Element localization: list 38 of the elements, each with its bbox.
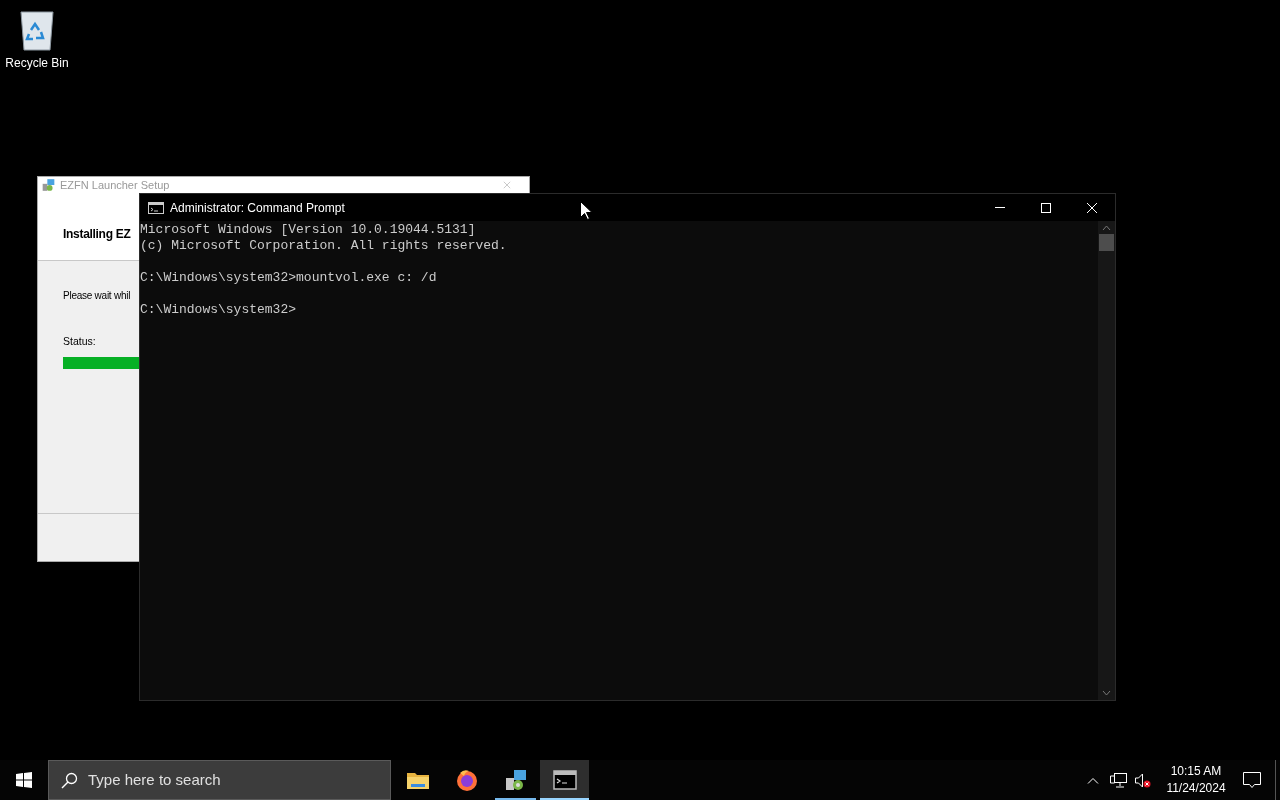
installer-icon (41, 178, 56, 192)
clock-time[interactable]: 10:15 AM (1170, 763, 1222, 780)
scrollbar[interactable] (1098, 221, 1115, 700)
window-title: EZFN Launcher Setup (60, 179, 170, 191)
network-icon[interactable] (1110, 772, 1127, 788)
window-title: Administrator: Command Prompt (170, 199, 345, 217)
close-icon (1087, 202, 1097, 213)
folder-icon (405, 770, 430, 790)
running-indicator (540, 798, 589, 800)
windows-logo-icon (16, 772, 32, 788)
search-input[interactable]: Type here to search (88, 768, 338, 792)
maximize-icon (1041, 202, 1051, 213)
taskbar-app-button[interactable] (540, 760, 589, 800)
console-icon (552, 770, 577, 790)
scroll-down-icon[interactable] (1102, 690, 1111, 696)
scroll-up-icon[interactable] (1102, 225, 1111, 231)
status-label: Status: (63, 334, 97, 349)
console-line: Microsoft Windows [Version 10.0.19044.5131] (140, 222, 476, 238)
speaker-muted-icon[interactable] (1135, 772, 1151, 788)
installer-message: Please wait whil (63, 289, 132, 303)
scrollbar-thumb[interactable] (1099, 234, 1114, 251)
search-field[interactable]: Type here to search (48, 760, 391, 800)
desktop-icon-label[interactable]: Recycle Bin (5, 54, 69, 72)
installer-heading: Installing EZ (63, 227, 131, 241)
console-line: C:\Windows\system32> (140, 302, 297, 318)
clock-date[interactable]: 11/24/2024 (1166, 780, 1226, 797)
running-indicator (495, 798, 536, 800)
console-line: C:\Windows\system32>mountvol.exe c: /d (140, 270, 437, 286)
minimize-icon (995, 207, 1005, 208)
recycle-bin-icon[interactable] (17, 8, 57, 52)
console-output[interactable]: Microsoft Windows [Version 10.0.19044.5131] (c) Microsoft Corporation. All rights reserved. C:\Windows\system32>mountvol.exe c: /d C:\Windows\system32> (140, 221, 1098, 700)
search-icon (61, 771, 78, 789)
browser-icon (454, 768, 479, 792)
chevron-up-icon[interactable] (1087, 776, 1099, 784)
console-icon (148, 201, 164, 214)
notifications-icon[interactable] (1243, 771, 1261, 789)
console-line: (c) Microsoft Corporation. All rights reserved. (140, 238, 507, 254)
installer-icon (503, 768, 528, 792)
